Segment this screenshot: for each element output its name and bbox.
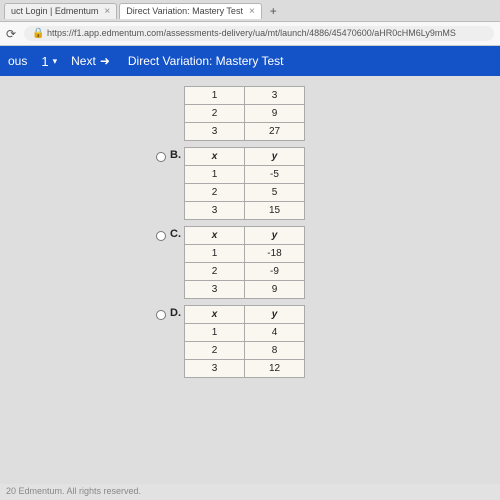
tab-label: Direct Variation: Mastery Test (126, 6, 243, 16)
option-c: C. xy 1-18 2-9 39 (140, 226, 500, 299)
option-a: 13 29 327 (140, 86, 500, 141)
new-tab-button[interactable]: + (264, 4, 283, 18)
browser-tab-2[interactable]: Direct Variation: Mastery Test × (119, 3, 262, 19)
radio-button-b[interactable] (156, 152, 166, 162)
option-table-c: xy 1-18 2-9 39 (184, 226, 305, 299)
table-row: xy (185, 148, 305, 166)
option-b: B. xy 1-5 25 315 (140, 147, 500, 220)
previous-button[interactable]: ous (8, 54, 27, 68)
refresh-icon[interactable]: ⟳ (6, 27, 16, 41)
assessment-header: ous 1 ▾ Next ➜ Direct Variation: Mastery… (0, 46, 500, 76)
table-row: 315 (185, 202, 305, 220)
question-number-dropdown[interactable]: 1 ▾ (41, 54, 57, 69)
table-row: xy (185, 306, 305, 324)
table-row: 29 (185, 105, 305, 123)
option-label: C. (170, 226, 184, 240)
radio-button-c[interactable] (156, 231, 166, 241)
table-row: 13 (185, 87, 305, 105)
option-table-b: xy 1-5 25 315 (184, 147, 305, 220)
tab-label: uct Login | Edmentum (11, 6, 98, 16)
lock-icon: 🔒 (32, 28, 44, 39)
option-table-a: 13 29 327 (184, 86, 305, 141)
page-title: Direct Variation: Mastery Test (128, 54, 284, 68)
table-row: 28 (185, 342, 305, 360)
close-icon[interactable]: × (249, 6, 255, 17)
arrow-right-icon: ➜ (100, 54, 110, 68)
url-text: https://f1.app.edmentum.com/assessments-… (47, 28, 456, 38)
footer-copyright: 20 Edmentum. All rights reserved. (0, 484, 500, 500)
table-row: 25 (185, 184, 305, 202)
table-row: xy (185, 227, 305, 245)
option-d: D. xy 14 28 312 (140, 305, 500, 378)
table-row: 1-18 (185, 245, 305, 263)
browser-tab-1[interactable]: uct Login | Edmentum × (4, 3, 117, 19)
table-row: 39 (185, 281, 305, 299)
option-table-d: xy 14 28 312 (184, 305, 305, 378)
address-bar: ⟳ 🔒 https://f1.app.edmentum.com/assessme… (0, 22, 500, 46)
table-row: 1-5 (185, 166, 305, 184)
option-label: B. (170, 147, 184, 161)
table-row: 327 (185, 123, 305, 141)
chevron-down-icon: ▾ (53, 56, 58, 67)
url-field[interactable]: 🔒 https://f1.app.edmentum.com/assessment… (24, 26, 494, 41)
next-button[interactable]: Next ➜ (71, 54, 110, 68)
table-row: 2-9 (185, 263, 305, 281)
browser-tab-bar: uct Login | Edmentum × Direct Variation:… (0, 0, 500, 22)
table-row: 312 (185, 360, 305, 378)
question-content: 13 29 327 B. xy 1-5 25 315 C. xy 1-18 2-… (0, 76, 500, 484)
option-label: D. (170, 305, 184, 319)
table-row: 14 (185, 324, 305, 342)
option-label (170, 86, 184, 88)
radio-button-d[interactable] (156, 310, 166, 320)
close-icon[interactable]: × (104, 6, 110, 17)
